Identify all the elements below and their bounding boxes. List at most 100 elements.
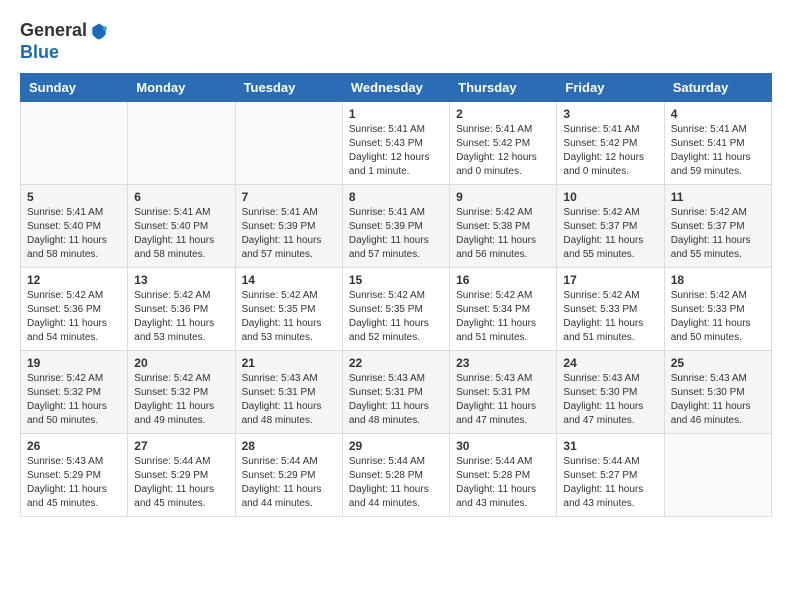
day-number: 14 <box>242 273 336 287</box>
day-cell-13: 13 Sunrise: 5:42 AM Sunset: 5:36 PM Dayli… <box>128 268 235 351</box>
day-number: 28 <box>242 439 336 453</box>
day-info: Sunrise: 5:44 AM Sunset: 5:28 PM Dayligh… <box>349 455 443 511</box>
day-number: 4 <box>671 107 765 121</box>
empty-cell <box>21 102 128 185</box>
day-number: 20 <box>134 356 228 370</box>
day-info: Sunrise: 5:42 AM Sunset: 5:32 PM Dayligh… <box>134 372 228 428</box>
day-cell-7: 7 Sunrise: 5:41 AM Sunset: 5:39 PM Daylig… <box>235 185 342 268</box>
day-info: Sunrise: 5:44 AM Sunset: 5:28 PM Dayligh… <box>456 455 550 511</box>
col-header-wednesday: Wednesday <box>342 74 449 102</box>
day-cell-3: 3Sunrise: 5:41 AM Sunset: 5:42 PM Daylig… <box>557 102 664 185</box>
calendar-header-row: SundayMondayTuesdayWednesdayThursdayFrid… <box>21 74 772 102</box>
week-row-2: 5 Sunrise: 5:41 AM Sunset: 5:40 PM Daylig… <box>21 185 772 268</box>
day-cell-9: 9 Sunrise: 5:42 AM Sunset: 5:38 PM Daylig… <box>450 185 557 268</box>
day-number: 10 <box>563 190 657 204</box>
day-info: Sunrise: 5:42 AM Sunset: 5:34 PM Dayligh… <box>456 289 550 345</box>
day-number: 6 <box>134 190 228 204</box>
day-number: 13 <box>134 273 228 287</box>
day-number: 19 <box>27 356 121 370</box>
day-cell-24: 24 Sunrise: 5:43 AM Sunset: 5:30 PM Dayli… <box>557 351 664 434</box>
week-row-1: 1Sunrise: 5:41 AM Sunset: 5:43 PM Daylig… <box>21 102 772 185</box>
calendar-table: SundayMondayTuesdayWednesdayThursdayFrid… <box>20 73 772 517</box>
day-info: Sunrise: 5:42 AM Sunset: 5:37 PM Dayligh… <box>563 206 657 262</box>
day-number: 12 <box>27 273 121 287</box>
day-number: 27 <box>134 439 228 453</box>
logo: General Blue <box>20 20 109 63</box>
day-cell-12: 12Sunrise: 5:42 AM Sunset: 5:36 PM Dayli… <box>21 268 128 351</box>
empty-cell <box>128 102 235 185</box>
day-cell-29: 29Sunrise: 5:44 AM Sunset: 5:28 PM Dayli… <box>342 434 449 517</box>
day-number: 15 <box>349 273 443 287</box>
day-info: Sunrise: 5:41 AM Sunset: 5:43 PM Dayligh… <box>349 123 443 179</box>
day-cell-19: 19 Sunrise: 5:42 AM Sunset: 5:32 PM Dayli… <box>21 351 128 434</box>
day-info: Sunrise: 5:41 AM Sunset: 5:41 PM Dayligh… <box>671 123 765 179</box>
day-number: 2 <box>456 107 550 121</box>
day-cell-8: 8 Sunrise: 5:41 AM Sunset: 5:39 PM Daylig… <box>342 185 449 268</box>
day-info: Sunrise: 5:42 AM Sunset: 5:33 PM Dayligh… <box>671 289 765 345</box>
day-cell-28: 28 Sunrise: 5:44 AM Sunset: 5:29 PM Dayli… <box>235 434 342 517</box>
day-cell-25: 25 Sunrise: 5:43 AM Sunset: 5:30 PM Dayli… <box>664 351 771 434</box>
col-header-sunday: Sunday <box>21 74 128 102</box>
day-cell-22: 22Sunrise: 5:43 AM Sunset: 5:31 PM Dayli… <box>342 351 449 434</box>
week-row-3: 12 Sunrise: 5:42 AM Sunset: 5:36 PM Dayli… <box>21 268 772 351</box>
week-row-4: 19 Sunrise: 5:42 AM Sunset: 5:32 PM Dayli… <box>21 351 772 434</box>
day-info: Sunrise: 5:43 AM Sunset: 5:30 PM Dayligh… <box>563 372 657 428</box>
day-info: Sunrise: 5:41 AM Sunset: 5:39 PM Dayligh… <box>242 206 336 262</box>
week-row-5: 26Sunrise: 5:43 AM Sunset: 5:29 PM Dayli… <box>21 434 772 517</box>
empty-cell <box>664 434 771 517</box>
day-info: Sunrise: 5:41 AM Sunset: 5:39 PM Dayligh… <box>349 206 443 262</box>
day-cell-21: 21Sunrise: 5:43 AM Sunset: 5:31 PM Dayli… <box>235 351 342 434</box>
day-number: 7 <box>242 190 336 204</box>
day-cell-27: 27 Sunrise: 5:44 AM Sunset: 5:29 PM Dayli… <box>128 434 235 517</box>
day-info: Sunrise: 5:41 AM Sunset: 5:40 PM Dayligh… <box>27 206 121 262</box>
day-cell-23: 23 Sunrise: 5:43 AM Sunset: 5:31 PM Dayli… <box>450 351 557 434</box>
day-info: Sunrise: 5:42 AM Sunset: 5:32 PM Dayligh… <box>27 372 121 428</box>
col-header-saturday: Saturday <box>664 74 771 102</box>
day-cell-16: 16 Sunrise: 5:42 AM Sunset: 5:34 PM Dayli… <box>450 268 557 351</box>
day-number: 11 <box>671 190 765 204</box>
col-header-tuesday: Tuesday <box>235 74 342 102</box>
page-header: General Blue <box>20 20 772 63</box>
day-info: Sunrise: 5:44 AM Sunset: 5:29 PM Dayligh… <box>242 455 336 511</box>
empty-cell <box>235 102 342 185</box>
day-number: 5 <box>27 190 121 204</box>
day-cell-2: 2Sunrise: 5:41 AM Sunset: 5:42 PM Daylig… <box>450 102 557 185</box>
day-number: 25 <box>671 356 765 370</box>
day-cell-30: 30 Sunrise: 5:44 AM Sunset: 5:28 PM Dayli… <box>450 434 557 517</box>
day-info: Sunrise: 5:42 AM Sunset: 5:37 PM Dayligh… <box>671 206 765 262</box>
day-number: 22 <box>349 356 443 370</box>
day-cell-11: 11 Sunrise: 5:42 AM Sunset: 5:37 PM Dayli… <box>664 185 771 268</box>
day-number: 17 <box>563 273 657 287</box>
day-info: Sunrise: 5:41 AM Sunset: 5:42 PM Dayligh… <box>563 123 657 179</box>
day-cell-18: 18 Sunrise: 5:42 AM Sunset: 5:33 PM Dayli… <box>664 268 771 351</box>
day-info: Sunrise: 5:42 AM Sunset: 5:35 PM Dayligh… <box>349 289 443 345</box>
day-cell-20: 20 Sunrise: 5:42 AM Sunset: 5:32 PM Dayli… <box>128 351 235 434</box>
day-number: 18 <box>671 273 765 287</box>
day-info: Sunrise: 5:42 AM Sunset: 5:38 PM Dayligh… <box>456 206 550 262</box>
day-cell-10: 10 Sunrise: 5:42 AM Sunset: 5:37 PM Dayli… <box>557 185 664 268</box>
day-number: 8 <box>349 190 443 204</box>
day-info: Sunrise: 5:42 AM Sunset: 5:35 PM Dayligh… <box>242 289 336 345</box>
day-info: Sunrise: 5:43 AM Sunset: 5:30 PM Dayligh… <box>671 372 765 428</box>
day-number: 24 <box>563 356 657 370</box>
day-info: Sunrise: 5:42 AM Sunset: 5:36 PM Dayligh… <box>134 289 228 345</box>
logo-icon <box>89 21 109 41</box>
day-info: Sunrise: 5:44 AM Sunset: 5:29 PM Dayligh… <box>134 455 228 511</box>
day-cell-31: 31 Sunrise: 5:44 AM Sunset: 5:27 PM Dayli… <box>557 434 664 517</box>
day-info: Sunrise: 5:41 AM Sunset: 5:40 PM Dayligh… <box>134 206 228 262</box>
day-number: 16 <box>456 273 550 287</box>
day-info: Sunrise: 5:43 AM Sunset: 5:29 PM Dayligh… <box>27 455 121 511</box>
day-number: 23 <box>456 356 550 370</box>
col-header-friday: Friday <box>557 74 664 102</box>
day-number: 21 <box>242 356 336 370</box>
day-number: 30 <box>456 439 550 453</box>
day-cell-15: 15 Sunrise: 5:42 AM Sunset: 5:35 PM Dayli… <box>342 268 449 351</box>
day-info: Sunrise: 5:42 AM Sunset: 5:33 PM Dayligh… <box>563 289 657 345</box>
day-cell-6: 6 Sunrise: 5:41 AM Sunset: 5:40 PM Daylig… <box>128 185 235 268</box>
day-info: Sunrise: 5:43 AM Sunset: 5:31 PM Dayligh… <box>456 372 550 428</box>
day-number: 9 <box>456 190 550 204</box>
day-number: 31 <box>563 439 657 453</box>
day-info: Sunrise: 5:44 AM Sunset: 5:27 PM Dayligh… <box>563 455 657 511</box>
logo-general: General <box>20 20 87 42</box>
logo-blue: Blue <box>20 42 59 62</box>
